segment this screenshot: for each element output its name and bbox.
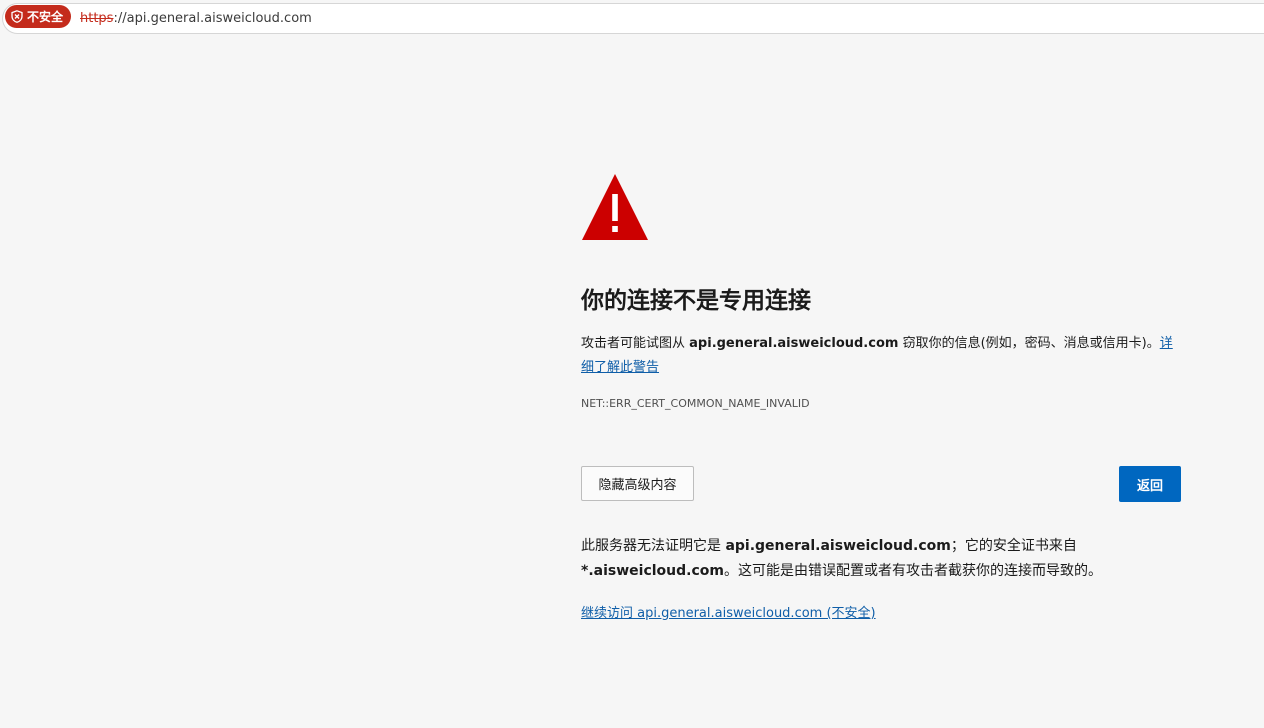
- details-cert-domain: *.aisweicloud.com: [581, 563, 724, 579]
- warning-triangle-icon: [582, 174, 648, 240]
- desc-suffix: 窃取你的信息(例如，密码、消息或信用卡)。: [902, 336, 1160, 351]
- back-button[interactable]: 返回: [1119, 466, 1181, 502]
- url-host: ://api.general.aisweicloud.com: [113, 11, 312, 26]
- advanced-details: 此服务器无法证明它是 api.general.aisweicloud.com；它…: [581, 534, 1181, 584]
- details-middle: ；它的安全证书来自: [950, 538, 1077, 554]
- security-badge[interactable]: 不安全: [5, 5, 72, 28]
- details-host: api.general.aisweicloud.com: [725, 538, 951, 554]
- url-text[interactable]: https://api.general.aisweicloud.com: [80, 11, 312, 27]
- url-scheme: https: [80, 11, 114, 26]
- desc-host: api.general.aisweicloud.com: [689, 336, 899, 351]
- security-badge-label: 不安全: [27, 10, 64, 24]
- desc-prefix: 攻击者可能试图从: [581, 336, 686, 351]
- details-suffix: 。这可能是由错误配置或者有攻击者截获你的连接而导致的。: [723, 563, 1102, 579]
- address-bar: 不安全 https://api.general.aisweicloud.com: [0, 0, 1264, 38]
- warning-description: 攻击者可能试图从 api.general.aisweicloud.com 窃取你…: [581, 332, 1181, 380]
- error-code: NET::ERR_CERT_COMMON_NAME_INVALID: [581, 397, 810, 410]
- page-title: 你的连接不是专用连接: [581, 288, 811, 314]
- proceed-unsafe-link[interactable]: 继续访问 api.general.aisweicloud.com (不安全): [581, 605, 876, 623]
- shield-icon: [11, 10, 23, 23]
- hide-advanced-button[interactable]: 隐藏高级内容: [581, 466, 694, 501]
- details-prefix: 此服务器无法证明它是: [581, 538, 721, 554]
